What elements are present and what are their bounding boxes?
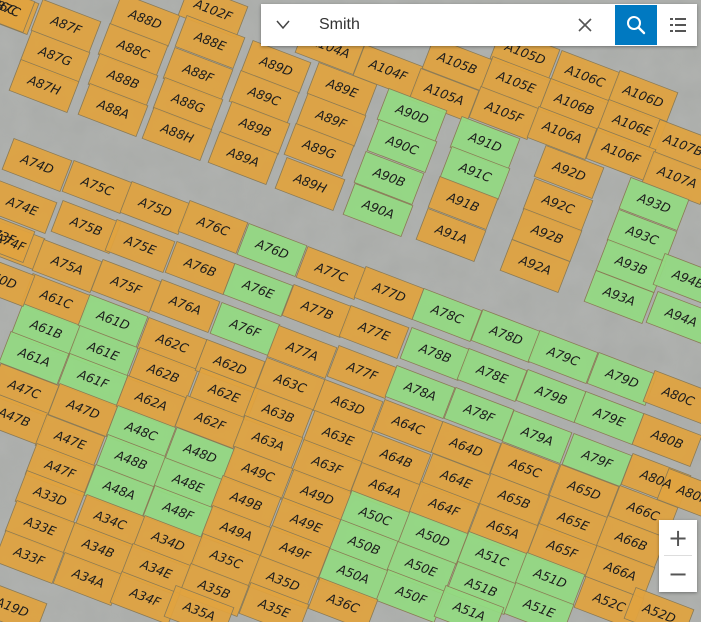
close-icon xyxy=(578,18,592,32)
map-view[interactable]: A87C A87F A88D A102F A88C A88E A104A A105D A87G A… xyxy=(0,0,701,622)
clear-search-button[interactable] xyxy=(571,4,599,46)
list-icon xyxy=(670,18,686,32)
zoom-out-label: − xyxy=(667,559,689,588)
results-list-button[interactable] xyxy=(659,5,697,45)
chevron-down-icon xyxy=(276,20,290,30)
search-button[interactable] xyxy=(615,5,657,45)
zoom-in-button[interactable]: + xyxy=(659,520,697,555)
parcel-map[interactable]: A87CA87F A88D A102FA88C A88E A104A A105DA87GA… xyxy=(0,0,701,622)
search-input[interactable] xyxy=(319,4,569,46)
zoom-out-button[interactable]: − xyxy=(659,556,697,591)
search-bar xyxy=(261,4,697,46)
search-icon xyxy=(627,16,646,35)
search-source-dropdown[interactable] xyxy=(261,4,305,46)
zoom-in-label: + xyxy=(667,523,689,552)
zoom-control: + − xyxy=(659,520,697,592)
